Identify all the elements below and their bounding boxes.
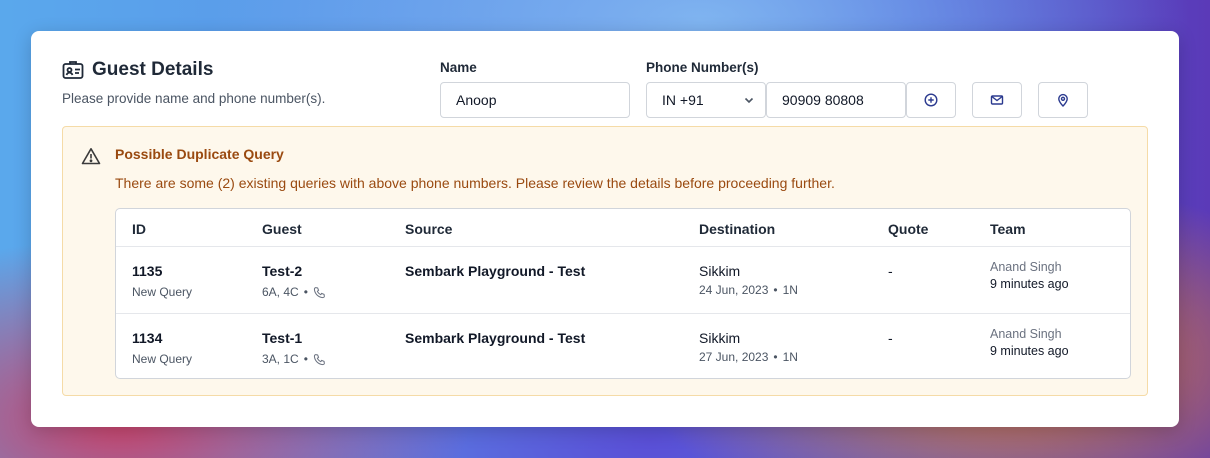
add-email-button[interactable] (972, 82, 1022, 118)
query-source: Sembark Playground - Test (405, 330, 586, 346)
country-code-select[interactable]: IN +91 (646, 82, 766, 118)
name-input[interactable]: Anoop (440, 82, 630, 118)
phone-number-input[interactable]: 90909 80808 (766, 82, 906, 118)
updated-time: 9 minutes ago (990, 277, 1069, 291)
column-header-guest: Guest (262, 221, 302, 237)
query-id[interactable]: 1135 (132, 263, 192, 279)
team-member: Anand Singh (990, 260, 1062, 274)
travel-nights: 1N (782, 350, 798, 364)
travel-date: 27 Jun, 2023 (699, 350, 769, 364)
table-row[interactable]: 1135 New Query Test-2 6A, 4C • Sembark P… (116, 247, 1130, 313)
chevron-down-icon (744, 97, 754, 104)
query-status: New Query (132, 352, 193, 366)
mail-icon (990, 95, 1004, 105)
column-header-id: ID (132, 221, 146, 237)
phone-label: Phone Number(s) (646, 60, 759, 75)
name-label: Name (440, 60, 477, 75)
country-code-value: IN +91 (662, 92, 704, 108)
query-quote: - (888, 263, 893, 279)
query-destination: Sikkim (699, 263, 741, 279)
duplicate-queries-table: ID Guest Source Destination Quote Team 1… (115, 208, 1131, 379)
guest-details-header: Guest Details Please provide name and ph… (62, 59, 325, 106)
name-input-value: Anoop (456, 92, 497, 108)
phone-icon[interactable] (313, 286, 326, 299)
page-subtitle: Please provide name and phone number(s). (62, 91, 326, 106)
page-title: Guest Details (92, 59, 214, 80)
phone-icon[interactable] (313, 353, 326, 366)
add-address-button[interactable] (1038, 82, 1088, 118)
column-header-team: Team (990, 221, 1026, 237)
travel-nights: 1N (782, 283, 798, 297)
guest-pax: 3A, 1C (262, 352, 299, 366)
guest-pax: 6A, 4C (262, 285, 299, 299)
updated-time: 9 minutes ago (990, 344, 1069, 358)
query-source: Sembark Playground - Test (405, 263, 586, 279)
alert-title: Possible Duplicate Query (115, 146, 284, 162)
plus-circle-icon (924, 93, 938, 107)
query-id[interactable]: 1134 (132, 330, 192, 346)
travel-date: 24 Jun, 2023 (699, 283, 769, 297)
location-pin-icon (1058, 93, 1068, 107)
team-member: Anand Singh (990, 327, 1062, 341)
table-header: ID Guest Source Destination Quote Team (116, 209, 1130, 247)
table-row[interactable]: 1134 New Query Test-1 3A, 1C • Sembark P… (116, 313, 1130, 378)
warning-triangle-icon (81, 148, 101, 165)
duplicate-query-alert: Possible Duplicate Query There are some … (62, 126, 1148, 396)
column-header-quote: Quote (888, 221, 929, 237)
id-card-icon (62, 61, 84, 79)
column-header-destination: Destination (699, 221, 776, 237)
alert-message: There are some (2) existing queries with… (115, 175, 835, 191)
add-phone-button[interactable] (906, 82, 956, 118)
query-quote: - (888, 330, 893, 346)
phone-number-value: 90909 80808 (782, 92, 864, 108)
column-header-source: Source (405, 221, 453, 237)
query-status: New Query (132, 285, 193, 299)
guest-name: Test-1 (262, 330, 303, 346)
query-destination: Sikkim (699, 330, 741, 346)
guest-details-card: Guest Details Please provide name and ph… (31, 31, 1179, 427)
guest-name: Test-2 (262, 263, 303, 279)
